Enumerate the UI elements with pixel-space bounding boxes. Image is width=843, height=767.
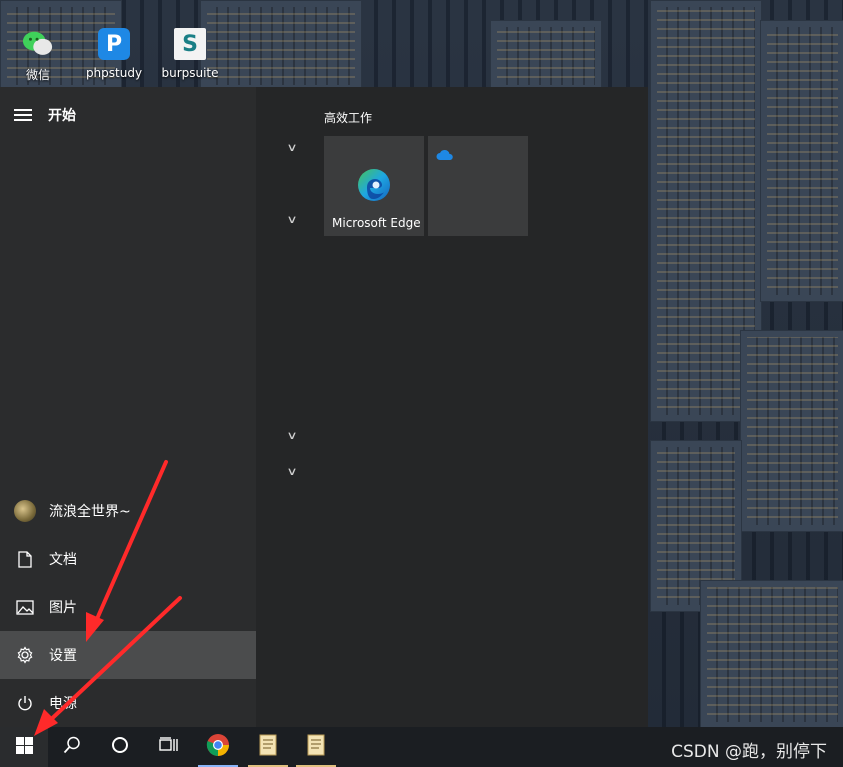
desktop-icon-label: 微信 (25, 68, 50, 82)
taskbar-app-notepad-2[interactable] (292, 727, 340, 767)
chevron-down-icon[interactable]: ∨ (286, 213, 297, 226)
start-menu: 开始 流浪全世界~ 文档 图片 设置 电源 ∨ ∨ ∨ ∨ 高效工作 Micro… (0, 87, 648, 727)
picture-icon (14, 599, 36, 615)
nav-item-power[interactable]: 电源 (0, 679, 256, 727)
chevron-down-icon[interactable]: ∨ (286, 429, 297, 442)
nav-item-label: 流浪全世界~ (49, 504, 131, 520)
wallpaper-building (700, 580, 843, 729)
phpstudy-icon-glyph: P (105, 31, 123, 57)
wallpaper-building (740, 330, 843, 532)
nav-item-user[interactable]: 流浪全世界~ (0, 487, 256, 535)
nav-item-label: 设置 (49, 648, 77, 664)
nav-item-label: 图片 (49, 600, 77, 616)
taskbar-app-notepad[interactable] (244, 727, 292, 767)
search-button[interactable] (48, 727, 96, 767)
power-icon (14, 695, 36, 712)
edge-icon (357, 168, 391, 202)
burpsuite-icon: S (174, 28, 206, 60)
avatar (14, 500, 36, 522)
scroll-file-icon (257, 733, 279, 761)
tile-label: Microsoft Edge (332, 216, 421, 230)
tile-onedrive[interactable] (428, 136, 528, 236)
start-button[interactable] (0, 727, 48, 767)
tile-microsoft-edge[interactable]: Microsoft Edge (324, 136, 424, 236)
taskbar: CSDN @跑，别停下 (0, 727, 843, 767)
wallpaper-building (490, 20, 602, 92)
desktop-icon-wechat[interactable]: 微信 (3, 28, 73, 83)
nav-item-label: 文档 (49, 552, 77, 568)
gear-icon (14, 646, 36, 664)
chevron-down-icon[interactable]: ∨ (286, 141, 297, 154)
cloud-icon (436, 146, 454, 165)
taskbar-app-chrome[interactable] (194, 727, 242, 767)
nav-item-settings[interactable]: 设置 (0, 631, 256, 679)
tiles-area: ∨ ∨ ∨ ∨ 高效工作 Microsoft Edge (256, 87, 648, 727)
nav-item-documents[interactable]: 文档 (0, 535, 256, 583)
hamburger-menu-icon[interactable] (14, 109, 32, 121)
task-view-icon (158, 737, 178, 757)
desktop-icon-burpsuite[interactable]: S burpsuite (155, 28, 225, 80)
desktop-icon-phpstudy[interactable]: P phpstudy (79, 28, 149, 80)
desktop-icon-label: burpsuite (161, 66, 219, 80)
cortana-icon (111, 736, 129, 758)
tile-group-title[interactable]: 高效工作 (324, 109, 372, 126)
scroll-file-icon (305, 733, 327, 761)
wallpaper-building (760, 20, 843, 302)
nav-item-label: 电源 (49, 696, 77, 712)
chrome-icon (206, 733, 230, 761)
phpstudy-icon: P (98, 28, 130, 60)
document-icon (14, 550, 36, 568)
watermark-text: CSDN @跑，别停下 (671, 742, 827, 762)
start-menu-header[interactable]: 开始 (14, 105, 76, 125)
chevron-down-icon[interactable]: ∨ (286, 465, 297, 478)
windows-logo-icon (15, 736, 33, 758)
burpsuite-icon-glyph: S (182, 31, 198, 57)
task-view-button[interactable] (144, 727, 192, 767)
cortana-button[interactable] (96, 727, 144, 767)
start-menu-nav: 开始 流浪全世界~ 文档 图片 设置 电源 (0, 87, 256, 727)
nav-item-pictures[interactable]: 图片 (0, 583, 256, 631)
wechat-icon (22, 28, 54, 60)
start-menu-title: 开始 (48, 108, 76, 124)
search-icon (63, 736, 81, 758)
desktop-icon-label: phpstudy (85, 66, 143, 80)
